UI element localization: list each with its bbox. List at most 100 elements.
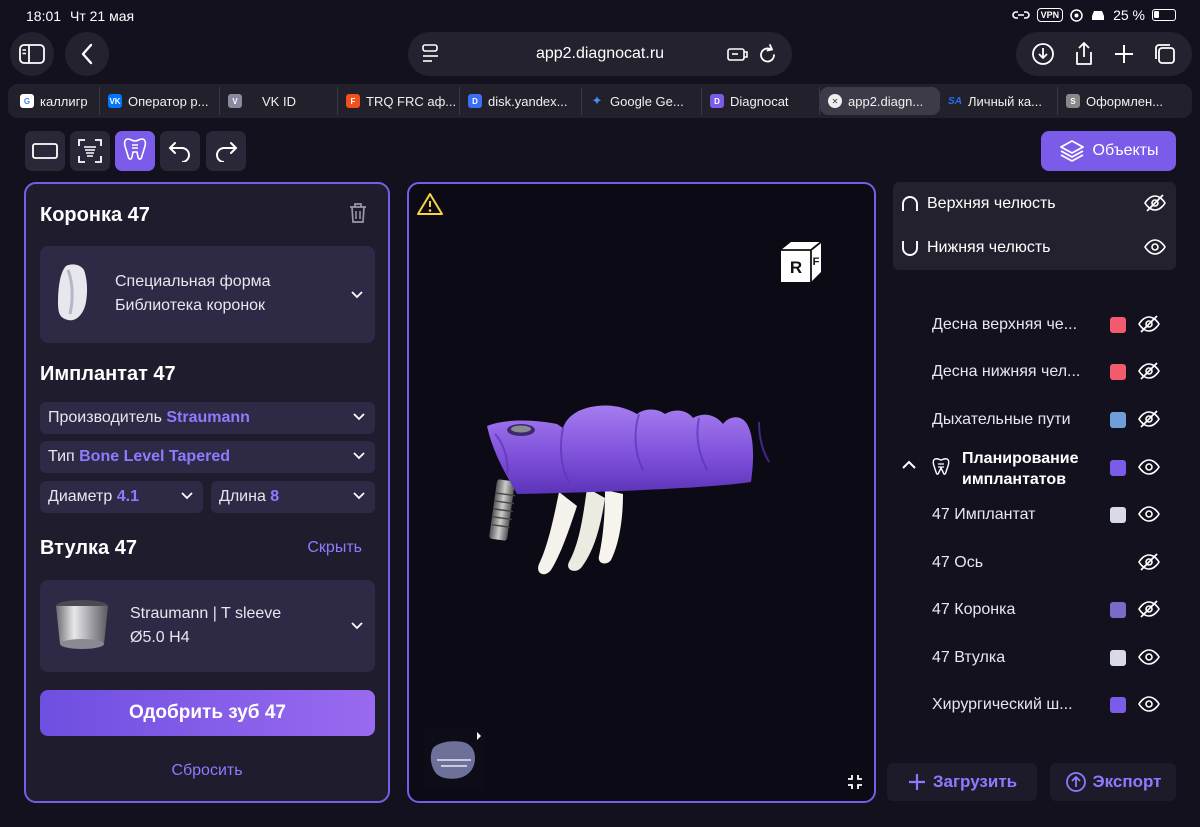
color-swatch[interactable]	[1110, 460, 1126, 476]
object-label: Хирургический ш...	[932, 696, 1073, 713]
tab-item[interactable]: VK Оператор р...	[100, 87, 220, 115]
manufacturer-select[interactable]: Производитель Straumann	[40, 402, 375, 434]
approve-tooth-button[interactable]: Одобрить зуб 47	[40, 690, 375, 736]
eye-icon[interactable]	[1138, 694, 1160, 714]
hide-link[interactable]: Скрыть	[307, 539, 362, 557]
eye-off-icon[interactable]	[1138, 409, 1160, 429]
share-icon[interactable]	[1073, 41, 1095, 67]
vpn-badge: VPN	[1036, 8, 1064, 22]
tab-item[interactable]: ✦ Google Ge...	[582, 87, 702, 115]
plus-icon	[908, 774, 925, 790]
download-icon[interactable]	[1031, 42, 1055, 66]
tab-item-active[interactable]: ✕ app2.diagn...	[820, 87, 940, 115]
collapse-icon[interactable]	[846, 773, 864, 791]
gemini-icon: ✦	[591, 93, 603, 108]
upper-jaw-row[interactable]: Верхняя челюсть	[901, 192, 1166, 216]
back-button[interactable]	[65, 32, 109, 76]
sleeve-card-line2: Ø5.0 H4	[130, 629, 190, 646]
object-label: 47 Ось	[932, 554, 984, 571]
jaw-visibility-box: Верхняя челюсть Нижняя челюсть	[893, 182, 1176, 270]
eye-icon[interactable]	[1138, 457, 1160, 477]
color-swatch[interactable]	[1110, 317, 1126, 333]
color-swatch[interactable]	[1110, 650, 1126, 666]
reset-link[interactable]: Сбросить	[26, 762, 388, 780]
diameter-value: 4.1	[116, 488, 139, 505]
scan-mode-button[interactable]	[70, 131, 110, 171]
object-row[interactable]: 47 Втулка	[932, 646, 1176, 670]
tab-item[interactable]: SA Личный ка...	[940, 87, 1058, 115]
tab-item[interactable]: V VK ID	[220, 87, 338, 115]
chevron-down-icon	[181, 492, 193, 500]
object-row[interactable]: 47 Коронка	[932, 598, 1176, 622]
implant-mode-button[interactable]	[115, 131, 155, 171]
eye-icon[interactable]	[1138, 647, 1160, 667]
tab-item[interactable]: Ddisk.yandex...	[460, 87, 582, 115]
tab-item[interactable]: S Оформлен...	[1058, 87, 1174, 115]
plus-icon[interactable]	[1113, 43, 1135, 65]
implant-planning-group[interactable]: Планирование имплантатов	[900, 448, 1176, 492]
tab-item[interactable]: Gкаллигр	[12, 87, 100, 115]
vk-icon: VK	[108, 94, 122, 108]
trash-icon[interactable]	[348, 202, 368, 224]
view-cube-icon[interactable]: R F	[779, 240, 823, 284]
extension-icon[interactable]	[726, 44, 748, 64]
type-select[interactable]: Тип Bone Level Tapered	[40, 441, 375, 473]
layers-icon	[1059, 140, 1084, 162]
export-button[interactable]: Экспорт	[1050, 763, 1176, 801]
car-icon	[1092, 11, 1105, 20]
view-mode-button[interactable]	[25, 131, 65, 171]
color-swatch[interactable]	[1110, 507, 1126, 523]
close-tab-icon[interactable]: ✕	[828, 94, 842, 108]
chevron-up-icon[interactable]	[902, 460, 916, 469]
color-swatch[interactable]	[1110, 364, 1126, 380]
at-icon	[1070, 8, 1083, 22]
battery-icon	[1152, 9, 1176, 21]
group-label: Планирование имплантатов	[962, 450, 1079, 488]
chevron-down-icon	[353, 413, 365, 421]
object-row[interactable]: Десна нижняя чел...	[932, 360, 1176, 384]
objects-button[interactable]: Объекты	[1041, 131, 1176, 171]
upload-button[interactable]: Загрузить	[887, 763, 1037, 801]
address-bar[interactable]: app2.diagnocat.ru	[408, 32, 792, 76]
length-select[interactable]: Длина 8	[211, 481, 375, 513]
eye-off-icon[interactable]	[1138, 361, 1160, 381]
object-row[interactable]: 47 Ось	[932, 551, 1176, 575]
object-row[interactable]: Хирургический ш...	[932, 693, 1176, 717]
eye-off-icon[interactable]	[1138, 552, 1160, 572]
undo-button[interactable]	[160, 131, 200, 171]
eye-off-icon[interactable]	[1138, 599, 1160, 619]
eye-icon[interactable]	[1144, 237, 1166, 257]
color-swatch[interactable]	[1110, 697, 1126, 713]
eye-off-icon[interactable]	[1138, 314, 1160, 334]
color-swatch[interactable]	[1110, 602, 1126, 618]
reload-icon[interactable]	[758, 43, 778, 65]
object-row[interactable]: Десна верхняя че...	[932, 313, 1176, 337]
eye-icon[interactable]	[1138, 504, 1160, 524]
color-swatch[interactable]	[1110, 412, 1126, 428]
page-icon: S	[1066, 94, 1080, 108]
eye-off-icon[interactable]	[1144, 193, 1166, 213]
object-label: 47 Втулка	[932, 649, 1006, 666]
warning-icon[interactable]	[417, 192, 443, 216]
status-time: 18:01	[26, 8, 62, 24]
sidebar-toggle-button[interactable]	[10, 32, 54, 76]
vkid-icon: V	[228, 94, 242, 108]
upper-jaw-icon	[902, 196, 918, 211]
tabs-overview-icon[interactable]	[1153, 42, 1177, 66]
chevron-left-icon	[81, 43, 93, 65]
tab-item[interactable]: D Diagnocat	[702, 87, 820, 115]
jaw-3d-model[interactable]	[459, 384, 819, 584]
object-row[interactable]: Дыхательные пути	[932, 408, 1176, 432]
skull-thumbnail-icon	[423, 728, 485, 790]
diameter-select[interactable]: Диаметр 4.1	[40, 481, 203, 513]
tooth-settings-panel: Коронка 47 Специальная форма Библиотека …	[24, 182, 390, 803]
sleeve-select[interactable]: Straumann | T sleeve Ø5.0 H4	[40, 580, 375, 672]
crown-type-select[interactable]: Специальная форма Библиотека коронок	[40, 246, 375, 343]
tab-item[interactable]: F TRQ FRC аф...	[338, 87, 460, 115]
redo-button[interactable]	[206, 131, 246, 171]
object-label: 47 Коронка	[932, 601, 1016, 618]
3d-viewport[interactable]: R F	[407, 182, 876, 803]
lower-jaw-row[interactable]: Нижняя челюсть	[901, 236, 1166, 260]
scan-thumbnail[interactable]	[423, 728, 485, 790]
object-row[interactable]: 47 Имплантат	[932, 503, 1176, 527]
